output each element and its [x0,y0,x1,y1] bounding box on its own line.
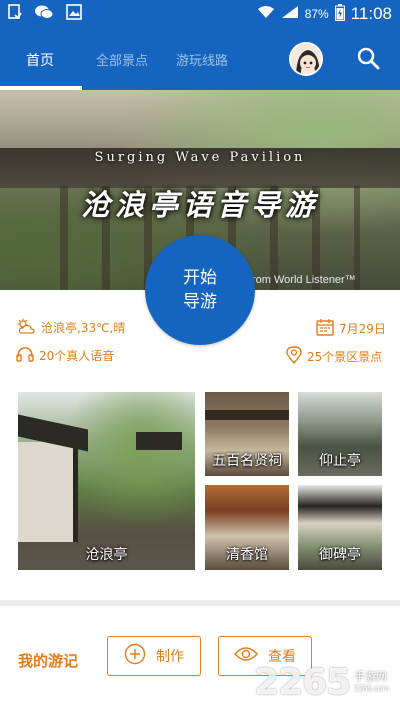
location-pin-icon [286,346,302,367]
search-button[interactable] [356,46,382,72]
headphones-icon [16,346,34,365]
tile-label: 沧浪亭 [85,547,128,563]
voice-count-info: 20个真人语音 [16,346,114,365]
make-note-button[interactable]: 制作 [107,636,201,676]
tile-wall-shape [18,442,78,542]
date-info: 7月29日 [316,318,386,339]
watermark-url: 2265.com [354,684,390,693]
start-tour-label-line1: 开始 [183,268,217,288]
image-icon [66,4,82,24]
tile-label: 仰止亭 [319,453,361,469]
travel-notes-title: 我的游记 [18,652,79,670]
calendar-icon [316,318,334,339]
tile-label: 御碑亭 [319,547,361,563]
document-icon [8,4,22,24]
weather-text: 沧浪亭,33℃,晴 [41,321,126,335]
tab-tour-routes[interactable]: 游玩线路 [176,50,228,69]
tile-label: 清香馆 [226,547,268,563]
start-tour-button[interactable]: 开始 导游 [145,235,255,345]
spot-count-info: 25个景区景点 [286,346,382,367]
weather-info: 沧浪亭,33℃,晴 [16,318,125,337]
make-note-label: 制作 [156,649,184,665]
weather-icon [16,318,36,337]
status-bar: 87% 11:08 [0,0,400,28]
attraction-tile-yubei[interactable]: 御碑亭 [298,485,382,570]
spot-count-text: 25个景区景点 [307,350,383,364]
date-text: 7月29日 [339,322,386,336]
user-avatar[interactable] [289,42,323,76]
battery-icon [334,3,345,25]
banner-subtitle: Surging Wave Pavilion [94,150,306,165]
signal-icon [281,5,299,23]
wifi-icon [257,5,275,23]
wechat-icon [34,4,54,24]
tab-all-attractions[interactable]: 全部景点 [96,50,148,69]
clock: 11:08 [350,4,392,23]
attraction-tile-canglang[interactable]: 沧浪亭 [18,392,195,570]
watermark-name: 手游网 [354,670,387,683]
voice-count-text: 20个真人语音 [39,349,115,363]
search-icon [356,47,380,74]
plus-circle-icon [124,643,146,669]
tile-label: 五百名贤祠 [212,453,282,469]
battery-percent: 87% [304,7,329,21]
attraction-tile-wubaimingxian[interactable]: 五百名贤祠 [205,392,289,476]
banner-credit: rom World Listener™ [252,274,356,286]
attraction-tile-qingxiang[interactable]: 清香馆 [205,485,289,570]
banner-title: 沧浪亭语音导游 [80,188,319,222]
app-bar: 首页 全部景点 游玩线路 [0,28,400,90]
tab-home[interactable]: 首页 [26,50,54,70]
watermark-logo: 2265 [254,662,351,703]
tile-beam-shape [205,410,289,420]
attraction-tile-yangzhi[interactable]: 仰止亭 [298,392,382,476]
start-tour-label-line2: 导游 [183,292,217,312]
tile-pavilion-shape [136,432,182,450]
